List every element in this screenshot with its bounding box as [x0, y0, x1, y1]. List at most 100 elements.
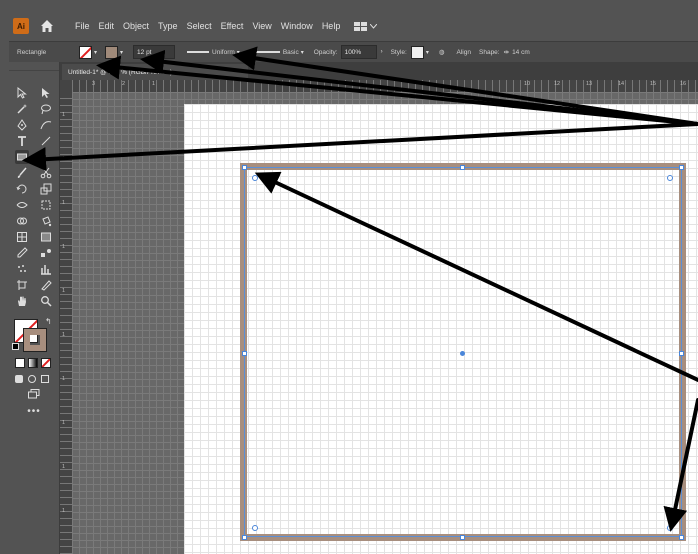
- brush-line-icon: [249, 51, 280, 53]
- direct-selection-tool-icon[interactable]: [39, 86, 53, 100]
- handle-top-right[interactable]: [679, 165, 684, 170]
- brush-label: Basic: [282, 48, 299, 56]
- stroke-swatch-large[interactable]: [23, 328, 47, 352]
- menu-type[interactable]: Type: [158, 21, 178, 31]
- opacity-field[interactable]: 100%: [340, 45, 377, 59]
- blend-tool-icon[interactable]: [39, 246, 53, 260]
- lasso-tool-icon[interactable]: [39, 102, 53, 116]
- live-corner-widget[interactable]: [667, 525, 673, 531]
- screen-mode-icon[interactable]: [28, 386, 40, 404]
- draw-normal-icon[interactable]: [15, 375, 23, 383]
- type-tool-icon[interactable]: [15, 134, 29, 148]
- scale-tool-icon[interactable]: [39, 182, 53, 196]
- stroke-swatch[interactable]: [105, 45, 119, 59]
- menu-bar: Ai File Edit Object Type Select Effect V…: [9, 12, 698, 40]
- horizontal-ruler[interactable]: 3 2 1 10 12 13 14 15 16: [72, 80, 698, 92]
- ruler-tick-label: 16: [680, 81, 687, 87]
- width-tool-icon[interactable]: [15, 198, 29, 212]
- brush-dropdown-icon[interactable]: ▾: [301, 49, 304, 56]
- handle-bottom-right[interactable]: [679, 535, 684, 540]
- shape-width-value[interactable]: 14 cm: [512, 49, 530, 56]
- menu-edit[interactable]: Edit: [99, 21, 115, 31]
- default-fill-stroke-icon[interactable]: [12, 343, 19, 350]
- handle-top-left[interactable]: [242, 165, 247, 170]
- tools-panel: ↰ •••: [9, 62, 60, 554]
- edit-toolbar-icon[interactable]: •••: [27, 406, 41, 417]
- vertical-ruler[interactable]: 1 1 1 1 1 1 1 1 1 1: [60, 92, 72, 554]
- workspace-switcher-icon[interactable]: [354, 21, 378, 31]
- color-mode-icon[interactable]: [15, 358, 25, 368]
- document-tab[interactable]: Untitled-1* @ 100 % (RGB/Preview): [62, 64, 248, 80]
- width-arrows-icon: ⇹: [503, 49, 510, 56]
- hand-tool-icon[interactable]: [15, 294, 29, 308]
- stroke-weight-control[interactable]: 12 pt: [133, 45, 176, 59]
- menu-view[interactable]: View: [252, 21, 271, 31]
- variable-width-profile[interactable]: Uniform ▾: [187, 49, 240, 56]
- ruler-tick-label: 1: [62, 288, 66, 294]
- live-paint-bucket-icon[interactable]: [39, 214, 53, 228]
- handle-bottom-left[interactable]: [242, 535, 247, 540]
- symbol-sprayer-tool-icon[interactable]: [15, 262, 29, 276]
- handle-middle-right[interactable]: [679, 351, 684, 356]
- brush-definition[interactable]: Basic ▾: [249, 48, 304, 56]
- menu-object[interactable]: Object: [123, 21, 149, 31]
- perspective-grid-tool-icon[interactable]: [15, 230, 29, 244]
- selection-tool-icon[interactable]: [15, 86, 29, 100]
- menu-window[interactable]: Window: [281, 21, 313, 31]
- tools-panel-grip[interactable]: [9, 62, 59, 71]
- eyedropper-tool-icon[interactable]: [15, 246, 29, 260]
- rectangle-tool-icon[interactable]: [15, 150, 29, 164]
- empty-slot: [39, 150, 53, 164]
- align-label[interactable]: Align: [457, 49, 471, 56]
- stroke-weight-field[interactable]: 12 pt: [133, 45, 176, 59]
- ruler-origin[interactable]: [60, 80, 72, 92]
- gradient-tool-icon[interactable]: [39, 230, 53, 244]
- column-graph-tool-icon[interactable]: [39, 262, 53, 276]
- handle-bottom-center[interactable]: [460, 535, 465, 540]
- profile-line-icon: [187, 51, 210, 53]
- live-corner-widget[interactable]: [252, 525, 258, 531]
- none-mode-icon[interactable]: [41, 358, 51, 368]
- shape-label: Shape:: [479, 48, 500, 56]
- opacity-expand-icon[interactable]: ›: [381, 49, 383, 55]
- live-corner-widget[interactable]: [667, 175, 673, 181]
- fill-swatch[interactable]: [79, 45, 92, 59]
- handle-top-center[interactable]: [460, 165, 465, 170]
- magic-wand-tool-icon[interactable]: [15, 102, 29, 116]
- draw-inside-icon[interactable]: [41, 375, 49, 383]
- gradient-mode-icon[interactable]: [28, 358, 38, 368]
- stroke-dropdown-icon[interactable]: ▾: [120, 49, 123, 56]
- ruler-tick-label: 1: [62, 464, 66, 470]
- menu-help[interactable]: Help: [322, 21, 341, 31]
- profile-dropdown-icon[interactable]: ▾: [237, 49, 240, 56]
- fill-dropdown-icon[interactable]: ▾: [94, 49, 97, 56]
- live-corner-widget[interactable]: [252, 175, 258, 181]
- draw-behind-icon[interactable]: [28, 375, 36, 383]
- artboard-tool-icon[interactable]: [15, 278, 29, 292]
- slice-tool-icon[interactable]: [39, 278, 53, 292]
- scissors-tool-icon[interactable]: [39, 166, 53, 180]
- home-icon[interactable]: [39, 18, 55, 34]
- free-transform-tool-icon[interactable]: [39, 198, 53, 212]
- graphic-style-swatch[interactable]: [410, 45, 424, 59]
- swap-fill-stroke-icon[interactable]: ↰: [45, 317, 52, 326]
- menu-file[interactable]: File: [75, 21, 90, 31]
- ruler-tick-label: 1: [62, 376, 66, 382]
- menu-select[interactable]: Select: [187, 21, 212, 31]
- fill-stroke-widget[interactable]: ↰: [9, 315, 59, 355]
- zoom-tool-icon[interactable]: [39, 294, 53, 308]
- style-dropdown-icon[interactable]: ▾: [426, 49, 429, 56]
- handle-middle-left[interactable]: [242, 351, 247, 356]
- opacity-label: Opacity:: [313, 48, 338, 56]
- ruler-tick-label: 1: [62, 156, 66, 162]
- shape-builder-tool-icon[interactable]: [15, 214, 29, 228]
- ruler-tick-label: 1: [62, 200, 66, 206]
- rotate-tool-icon[interactable]: [15, 182, 29, 196]
- menu-effect[interactable]: Effect: [221, 21, 244, 31]
- paintbrush-tool-icon[interactable]: [15, 166, 29, 180]
- ruler-tick-label: 13: [586, 81, 593, 87]
- line-segment-tool-icon[interactable]: [39, 134, 53, 148]
- pen-tool-icon[interactable]: [15, 118, 29, 132]
- curvature-tool-icon[interactable]: [39, 118, 53, 132]
- recolor-icon[interactable]: ◍: [439, 48, 445, 56]
